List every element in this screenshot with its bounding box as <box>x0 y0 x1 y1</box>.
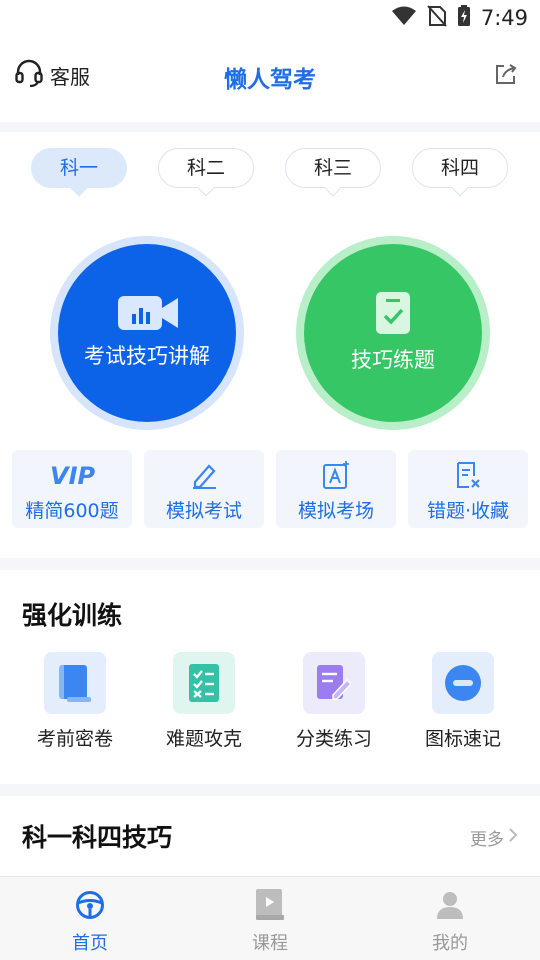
training-item-label: 图标速记 <box>424 728 501 750</box>
tab-ke-si[interactable]: 科四 <box>412 148 508 197</box>
battery-icon <box>457 5 471 31</box>
wifi-icon <box>391 6 417 30</box>
edit-note-icon <box>303 652 365 714</box>
checklist-icon <box>173 652 235 714</box>
app-title: 懒人驾考 <box>224 67 316 93</box>
tab-ke-san[interactable]: 科三 <box>285 148 381 197</box>
training-section-title: 强化训练 <box>22 601 123 630</box>
training-item-hard-questions[interactable]: 难题攻克 <box>149 652 259 751</box>
tab-label: 科四 <box>440 157 479 179</box>
tab-label: 科二 <box>186 157 225 179</box>
wrong-questions-icon <box>408 460 528 490</box>
nav-label: 课程 <box>252 933 288 954</box>
no-sim-icon <box>427 5 447 31</box>
training-item-sign-memory[interactable]: 图标速记 <box>408 652 518 751</box>
subject-tabs: 科一 科二 科三 科四 <box>0 148 540 197</box>
feature-wrong-favorites[interactable]: 错题·收藏 <box>408 450 528 528</box>
tab-pointer <box>70 179 88 197</box>
nav-home[interactable]: 首页 <box>30 887 150 955</box>
more-label: 更多 <box>470 830 504 850</box>
nav-profile[interactable]: 我的 <box>390 887 510 955</box>
pencil-icon <box>144 460 264 490</box>
tab-ke-er[interactable]: 科二 <box>158 148 254 197</box>
more-link[interactable]: 更多 <box>470 825 518 850</box>
tab-label: 科一 <box>59 157 98 179</box>
share-icon <box>494 64 518 90</box>
tab-pointer <box>324 179 342 197</box>
training-item-label: 难题攻克 <box>165 728 242 750</box>
feature-label: 错题·收藏 <box>426 500 510 522</box>
vip-icon: VIP <box>12 460 132 490</box>
training-item-label: 分类练习 <box>295 728 372 750</box>
feature-label: 模拟考试 <box>165 500 242 522</box>
document-check-icon <box>376 292 410 338</box>
feature-label: 精简600题 <box>25 500 119 522</box>
status-bar: 7:49 <box>0 0 540 36</box>
tab-pointer <box>197 179 215 197</box>
training-item-category-practice[interactable]: 分类练习 <box>279 652 389 751</box>
sign-icon <box>432 652 494 714</box>
steering-wheel-icon <box>30 887 150 923</box>
profile-icon <box>390 887 510 923</box>
tab-label: 科三 <box>313 157 352 179</box>
course-icon <box>210 887 330 923</box>
skills-video-button[interactable]: 考试技巧讲解 <box>50 236 244 430</box>
exam-room-icon <box>276 460 396 490</box>
feature-mock-exam[interactable]: 模拟考试 <box>144 450 264 528</box>
chevron-right-icon <box>508 827 518 848</box>
tab-pointer <box>451 179 469 197</box>
svg-text:VIP: VIP <box>50 462 96 488</box>
skills-video-label: 考试技巧讲解 <box>84 344 210 368</box>
divider <box>0 784 540 796</box>
bottom-navigation: 首页 课程 我的 <box>0 876 540 960</box>
share-button[interactable] <box>494 62 518 90</box>
skills-practice-button[interactable]: 技巧练题 <box>296 236 490 430</box>
nav-label: 我的 <box>432 933 468 954</box>
feature-vip-600[interactable]: VIP 精简600题 <box>12 450 132 528</box>
status-icons: 7:49 <box>391 5 528 31</box>
skills-practice-label: 技巧练题 <box>351 348 435 372</box>
status-time: 7:49 <box>480 6 528 30</box>
nav-course[interactable]: 课程 <box>210 887 330 955</box>
tips-section-title: 科一科四技巧 <box>22 823 173 852</box>
divider <box>0 122 540 132</box>
divider <box>0 558 540 570</box>
training-item-label: 考前密卷 <box>36 728 113 750</box>
feature-mock-exam-room[interactable]: 模拟考场 <box>276 450 396 528</box>
feature-label: 模拟考场 <box>297 500 374 522</box>
nav-label: 首页 <box>72 933 108 954</box>
tab-ke-yi[interactable]: 科一 <box>31 148 127 197</box>
video-camera-icon <box>118 294 178 336</box>
app-header: 客服 懒人驾考 <box>0 48 540 102</box>
training-item-pre-exam-paper[interactable]: 考前密卷 <box>20 652 130 751</box>
scroll-icon <box>44 652 106 714</box>
